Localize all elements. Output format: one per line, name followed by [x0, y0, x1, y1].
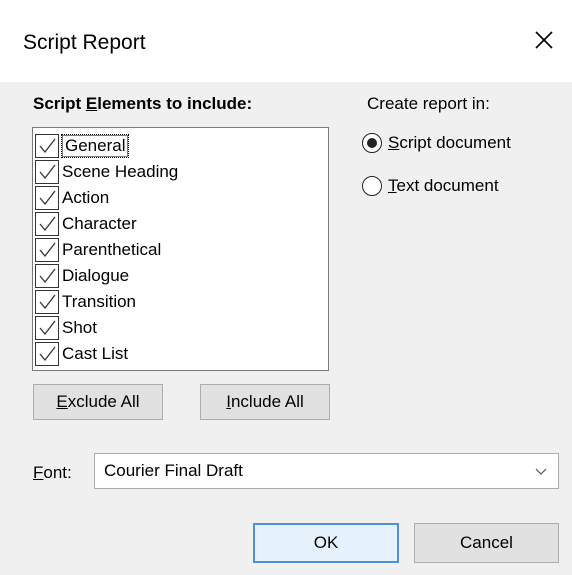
radio-text-document[interactable]: Text document	[362, 176, 499, 196]
create-report-label: Create report in:	[367, 94, 490, 113]
checkmark-icon	[39, 164, 56, 180]
checkbox[interactable]	[35, 264, 59, 288]
radio-label: Text document	[388, 176, 499, 195]
list-item-character[interactable]: Character	[35, 211, 326, 237]
checkbox[interactable]	[35, 316, 59, 340]
list-item-label: Scene Heading	[62, 162, 179, 181]
list-item-label: General	[60, 134, 130, 158]
script-elements-list[interactable]: General Scene Heading Action Character P…	[32, 127, 329, 371]
list-item-scene-heading[interactable]: Scene Heading	[35, 159, 326, 185]
checkmark-icon	[39, 268, 56, 284]
radio-button[interactable]	[362, 176, 382, 196]
checkbox[interactable]	[35, 134, 59, 158]
list-item-general[interactable]: General	[35, 133, 326, 159]
list-item-label: Transition	[62, 292, 137, 311]
list-item-label: Parenthetical	[62, 240, 162, 259]
checkbox[interactable]	[35, 342, 59, 366]
exclude-all-button[interactable]: Exclude All	[33, 384, 163, 420]
checkmark-icon	[39, 346, 56, 362]
list-item-label: Dialogue	[62, 266, 130, 285]
list-item-label: Action	[62, 188, 110, 207]
font-select-value: Courier Final Draft	[104, 461, 243, 480]
radio-script-document[interactable]: Script document	[362, 133, 511, 153]
elements-section-label: Script Elements to include:	[33, 94, 253, 113]
radio-label: Script document	[388, 133, 511, 152]
cancel-button[interactable]: Cancel	[414, 523, 559, 563]
checkbox[interactable]	[35, 186, 59, 210]
radio-selected-dot	[367, 138, 377, 148]
checkbox[interactable]	[35, 238, 59, 262]
list-item-shot[interactable]: Shot	[35, 315, 326, 341]
script-report-dialog: Script Report Script Elements to include…	[0, 0, 572, 575]
checkmark-icon	[39, 320, 56, 336]
list-item-dialogue[interactable]: Dialogue	[35, 263, 326, 289]
font-select[interactable]: Courier Final Draft	[94, 453, 559, 489]
radio-button[interactable]	[362, 133, 382, 153]
checkmark-icon	[39, 138, 56, 154]
list-item-label: Character	[62, 214, 137, 233]
chevron-down-icon	[535, 468, 547, 475]
list-item-cast-list[interactable]: Cast List	[35, 341, 326, 367]
checkmark-icon	[39, 190, 56, 206]
dialog-title: Script Report	[23, 31, 146, 54]
title-bar: Script Report	[0, 0, 572, 82]
list-item-parenthetical[interactable]: Parenthetical	[35, 237, 326, 263]
list-item-transition[interactable]: Transition	[35, 289, 326, 315]
checkbox[interactable]	[35, 160, 59, 184]
list-item-label: Cast List	[62, 344, 129, 363]
checkmark-icon	[39, 242, 56, 258]
checkmark-icon	[39, 216, 56, 232]
font-label: Font:	[33, 463, 72, 482]
checkmark-icon	[39, 294, 56, 310]
checkbox[interactable]	[35, 290, 59, 314]
list-item-action[interactable]: Action	[35, 185, 326, 211]
ok-button[interactable]: OK	[253, 523, 399, 563]
close-icon	[535, 31, 553, 49]
checkbox[interactable]	[35, 212, 59, 236]
include-all-button[interactable]: Include All	[200, 384, 330, 420]
close-button[interactable]	[530, 26, 558, 54]
list-item-label: Shot	[62, 318, 97, 337]
